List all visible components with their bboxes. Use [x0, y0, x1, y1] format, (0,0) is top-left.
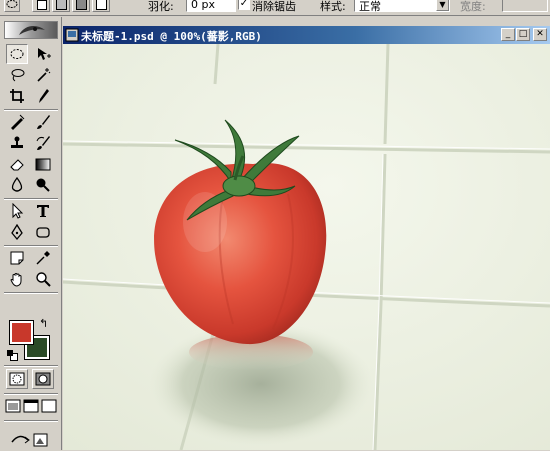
- jump-to-imageready-button[interactable]: [6, 429, 54, 451]
- slice-icon: [39, 89, 49, 103]
- width-input[interactable]: [502, 0, 548, 12]
- minimize-button[interactable]: _: [501, 28, 515, 41]
- full-screen-menu-icon: [23, 399, 39, 413]
- shape-tool[interactable]: [32, 222, 54, 242]
- gradient-icon: [35, 158, 51, 171]
- width-label: 宽度:: [460, 0, 486, 13]
- clone-stamp-tool[interactable]: [6, 133, 28, 153]
- subtract-selection-button[interactable]: [72, 0, 90, 12]
- eraser-tool[interactable]: [6, 154, 28, 174]
- gradient-tool[interactable]: [32, 154, 54, 174]
- feather-input[interactable]: 0 px: [186, 0, 236, 12]
- screen-mode-icon: [5, 399, 21, 413]
- feather-label: 羽化:: [148, 0, 174, 13]
- style-value: 正常: [359, 0, 381, 13]
- document-title-bar[interactable]: 未标题-1.psd @ 100%(蕃影,RGB) _ □ ✕: [63, 26, 550, 44]
- standard-screen-mode-button[interactable]: [5, 396, 21, 416]
- quick-mask-icon: [35, 372, 51, 386]
- magic-wand-tool[interactable]: [32, 65, 54, 85]
- crop-tool[interactable]: [6, 86, 28, 106]
- arrow-cursor-icon: [12, 203, 24, 219]
- quick-mask-mode-button[interactable]: [32, 369, 54, 389]
- type-tool[interactable]: [32, 201, 54, 221]
- full-screen-mode-button[interactable]: [41, 396, 57, 416]
- document-title: 未标题-1.psd @ 100%(蕃影,RGB): [81, 30, 262, 43]
- standard-mode-icon: [9, 372, 25, 386]
- swap-colors-icon[interactable]: ↰: [39, 317, 48, 330]
- healing-brush-tool[interactable]: [6, 112, 28, 132]
- type-icon: [37, 205, 49, 217]
- marquee-tool[interactable]: [6, 44, 28, 64]
- eye-logo-icon: [19, 25, 45, 35]
- water-drop-icon: [11, 177, 23, 192]
- eraser-icon: [10, 159, 24, 171]
- foreground-color-swatch[interactable]: [9, 320, 34, 345]
- pen-tool[interactable]: [6, 222, 28, 242]
- slice-tool[interactable]: [32, 86, 54, 106]
- rounded-rectangle-icon: [36, 227, 50, 238]
- selection-style-button[interactable]: [4, 0, 20, 12]
- add-selection-icon: [56, 0, 67, 10]
- intersect-selection-icon: [96, 0, 107, 10]
- notes-tool[interactable]: [6, 248, 28, 268]
- lasso-tool[interactable]: [6, 65, 28, 85]
- chevron-down-icon[interactable]: ▼: [436, 0, 449, 11]
- move-icon: [38, 48, 51, 60]
- intersect-selection-button[interactable]: [92, 0, 110, 12]
- maximize-button[interactable]: □: [516, 28, 530, 41]
- document-icon: [65, 28, 79, 42]
- antialias-checkbox[interactable]: ✓: [238, 0, 250, 10]
- hand-tool[interactable]: [6, 269, 28, 289]
- style-label: 样式:: [320, 0, 346, 13]
- blur-tool[interactable]: [6, 175, 28, 195]
- adobe-logo[interactable]: [4, 21, 58, 39]
- add-selection-button[interactable]: [52, 0, 70, 12]
- lasso-icon: [11, 69, 25, 82]
- feather-value: 0 px: [191, 0, 215, 11]
- zoom-tool[interactable]: [32, 269, 54, 289]
- history-brush-icon: [36, 136, 50, 150]
- dodge-icon: [36, 178, 50, 192]
- eyedropper-icon: [36, 251, 50, 265]
- ellipse-marquee-icon: [6, 0, 18, 8]
- toolbox: ↰: [0, 17, 62, 450]
- magic-wand-icon: [37, 68, 51, 82]
- options-bar: 羽化: 0 px ✓ 消除锯齿 样式: 正常 ▼ 宽度:: [0, 0, 550, 16]
- move-tool[interactable]: [32, 44, 54, 64]
- stamp-icon: [11, 136, 23, 148]
- document-canvas[interactable]: [63, 44, 550, 450]
- default-colors-icon[interactable]: [7, 350, 18, 361]
- path-selection-tool[interactable]: [6, 201, 28, 221]
- new-selection-icon: [37, 0, 47, 10]
- imageready-icon: [11, 433, 48, 447]
- brush-icon: [37, 115, 50, 129]
- brush-tool[interactable]: [32, 112, 54, 132]
- marquee-icon: [10, 49, 24, 59]
- notes-icon: [10, 251, 24, 265]
- history-brush-tool[interactable]: [32, 133, 54, 153]
- antialias-label: 消除锯齿: [252, 0, 296, 13]
- eyedropper-tool[interactable]: [32, 248, 54, 268]
- healing-brush-icon: [11, 114, 25, 130]
- tomato-artwork: [63, 44, 550, 450]
- dodge-tool[interactable]: [32, 175, 54, 195]
- document-window: 未标题-1.psd @ 100%(蕃影,RGB) _ □ ✕: [63, 26, 550, 450]
- standard-mode-button[interactable]: [6, 369, 28, 389]
- close-button[interactable]: ✕: [533, 28, 547, 41]
- crop-icon: [10, 89, 24, 103]
- subtract-selection-icon: [76, 0, 87, 10]
- style-select[interactable]: 正常 ▼: [354, 0, 450, 13]
- full-screen-menu-mode-button[interactable]: [23, 396, 39, 416]
- pen-icon: [11, 224, 23, 240]
- hand-icon: [10, 273, 22, 287]
- full-screen-icon: [41, 399, 57, 413]
- magnifier-icon: [36, 272, 51, 287]
- new-selection-button[interactable]: [32, 0, 50, 12]
